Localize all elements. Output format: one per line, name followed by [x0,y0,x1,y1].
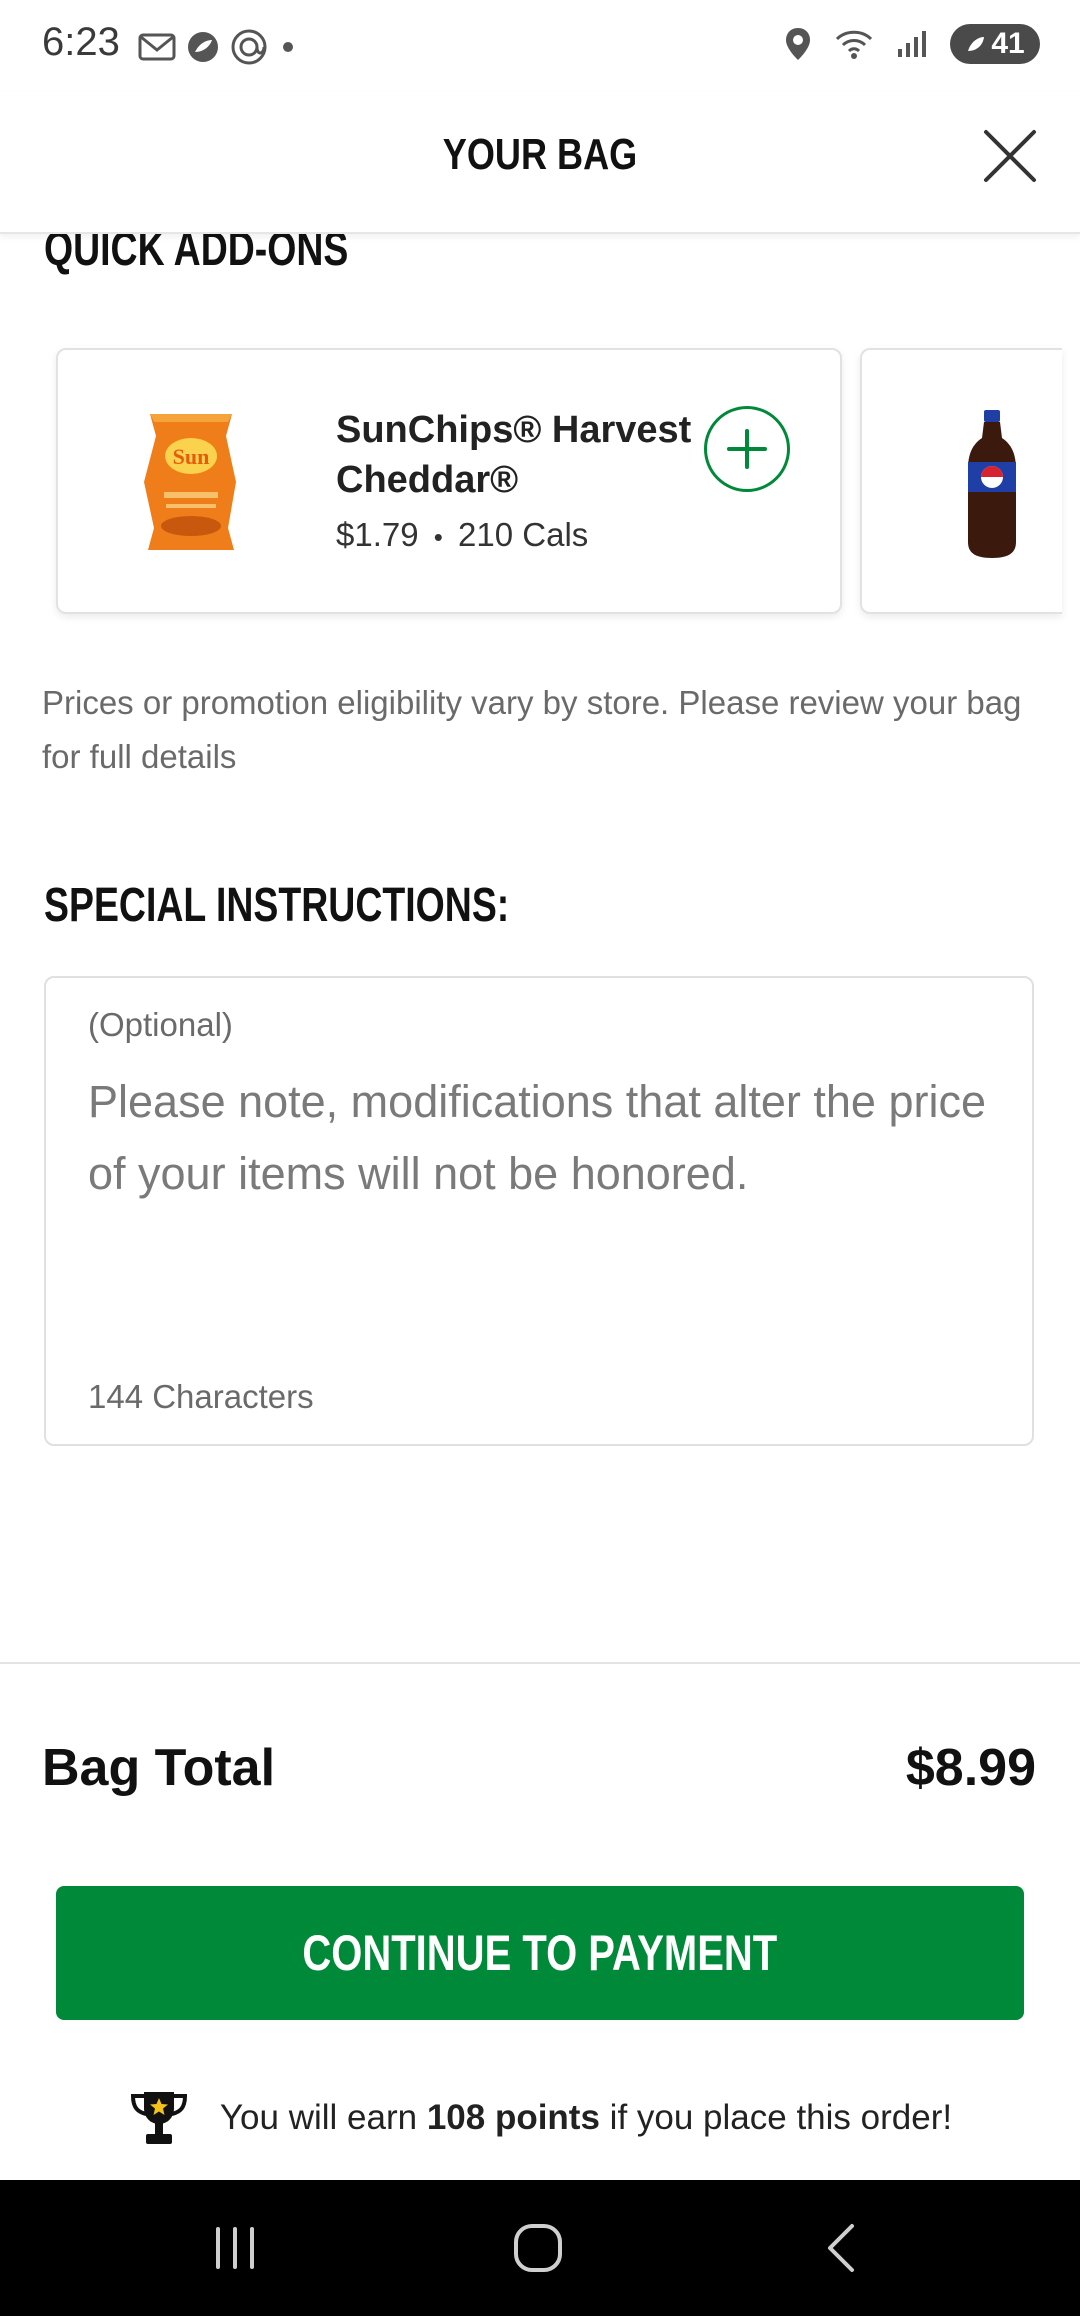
bag-total-value: $8.99 [905,1739,1036,1797]
app-icon [188,32,218,62]
svg-text:Sun: Sun [173,444,210,469]
bag-header: YOUR BAG [0,92,1080,234]
recent-apps-icon [216,2227,254,2269]
optional-label: (Optional) [88,1006,233,1043]
battery-level: 41 [991,27,1025,60]
threads-icon [231,29,267,65]
pricing-disclaimer: Prices or promotion eligibility vary by … [42,684,1022,775]
trophy-icon [130,2092,187,2144]
bag-total-label: Bag Total [42,1739,276,1797]
signal-icon [898,31,926,57]
home-icon [514,2224,562,2272]
system-icons: 41 [784,24,1040,64]
add-addon-button[interactable] [704,406,790,492]
addon-name: SunChips® Harvest Cheddar® [336,409,692,501]
sunchips-bag-image: Sun [144,414,236,550]
continue-to-payment-button[interactable]: CONTINUE TO PAYMENT [56,1886,1024,2020]
addon-calories: 210 Cals [458,516,589,553]
addon-price: $1.79 [336,516,419,553]
back-icon [828,2224,854,2272]
points-suffix: if you place this order! [609,2098,953,2137]
special-instructions-title: SPECIAL INSTRUCTIONS: [44,879,510,932]
points-text: You will earn 108 points if you place th… [220,2098,952,2138]
close-icon [984,130,1036,182]
pepsi-bottle-image [968,410,1016,558]
battery-saver-icon [968,37,985,51]
close-button[interactable] [976,122,1044,190]
character-count: 144 Characters [88,1378,314,1415]
points-message: You will earn 108 points if you place th… [0,2088,1080,2148]
addon-card[interactable]: Sun SunChips® Harvest Cheddar® $1.79 • 2… [56,348,842,614]
system-nav-bar [0,2180,1080,2316]
meta-separator: • [433,522,443,552]
special-instructions-input[interactable]: (Optional) Please note, modifications th… [44,976,1034,1446]
more-notifications-dot-icon [283,42,293,52]
points-prefix: You will earn [219,2098,418,2137]
status-time: 6:23 [42,20,120,64]
page-title: YOUR BAG [442,130,638,179]
notification-icons [138,28,298,66]
wifi-icon [835,30,873,59]
addon-price-calories: $1.79 • 210 Cals [336,516,588,554]
continue-to-payment-label: CONTINUE TO PAYMENT [302,1925,778,1981]
status-bar: 6:23 41 [0,0,1080,92]
battery-indicator: 41 [950,24,1040,64]
location-icon [786,28,810,60]
gmail-icon [138,33,176,61]
divider [0,1662,1080,1664]
back-button[interactable] [812,2220,872,2276]
points-amount: 108 points [426,2098,600,2137]
addon-card-partial[interactable] [860,348,1062,614]
home-button[interactable] [508,2220,568,2276]
recent-apps-button[interactable] [205,2220,265,2276]
plus-icon [727,429,767,469]
instructions-placeholder: Please note, modifications that alter th… [88,1076,987,1199]
